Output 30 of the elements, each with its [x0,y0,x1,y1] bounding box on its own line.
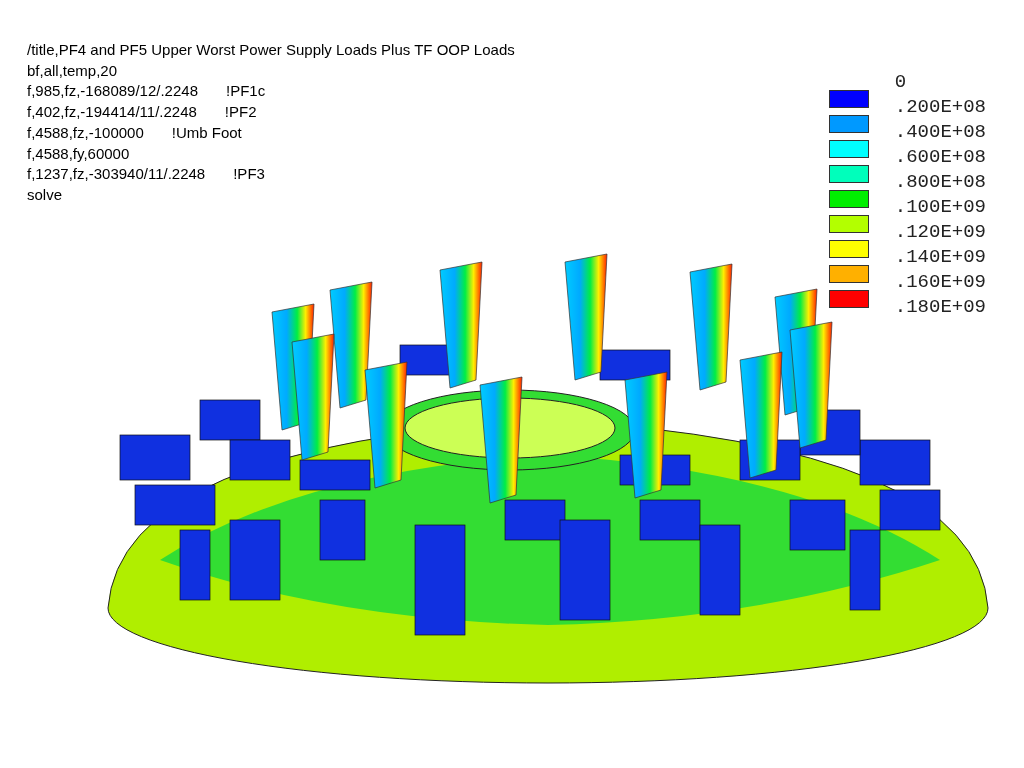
command-line: solve [27,184,63,205]
legend-label: .200E+08 [894,95,986,120]
legend-label: .800E+08 [894,170,986,195]
bracket-shape [319,499,366,561]
bracket-shape [119,434,191,481]
bracket-shape [199,399,261,441]
legend-label: .180E+09 [894,295,986,320]
legend-label: .120E+09 [894,220,986,245]
bracket-shape [859,439,931,486]
legend-label: .160E+09 [894,270,986,295]
bracket-shape [789,499,846,551]
command-line: f,985,fz,-168089/12/.2248 [27,81,198,102]
bracket-shape [229,439,291,481]
command-line: f,4588,fy,60000 [27,143,130,164]
legend-label: .140E+09 [894,245,986,270]
legend-label: .100E+09 [894,195,986,220]
bracket-shape [179,529,211,601]
command-comment: !PF1c [226,81,266,102]
command-line: f,4588,fz,-100000 [27,122,144,143]
legend-label: .400E+08 [894,120,986,145]
legend-label: .600E+08 [894,145,986,170]
command-line: bf,all,temp,20 [27,60,118,81]
command-line: /title,PF4 and PF5 Upper Worst Power Supply Loads Plus TF OOP Loads [27,40,515,60]
command-comment: !PF2 [224,102,257,123]
command-comment: !PF3 [233,164,265,185]
bracket-shape [299,459,371,491]
command-line: f,402,fz,-194414/11/.2248 [27,102,197,123]
command-comment: !Umb Foot [171,122,242,143]
command-line: f,1237,fz,-303940/11/.2248 [27,164,206,185]
legend-label: 0 [894,70,908,95]
